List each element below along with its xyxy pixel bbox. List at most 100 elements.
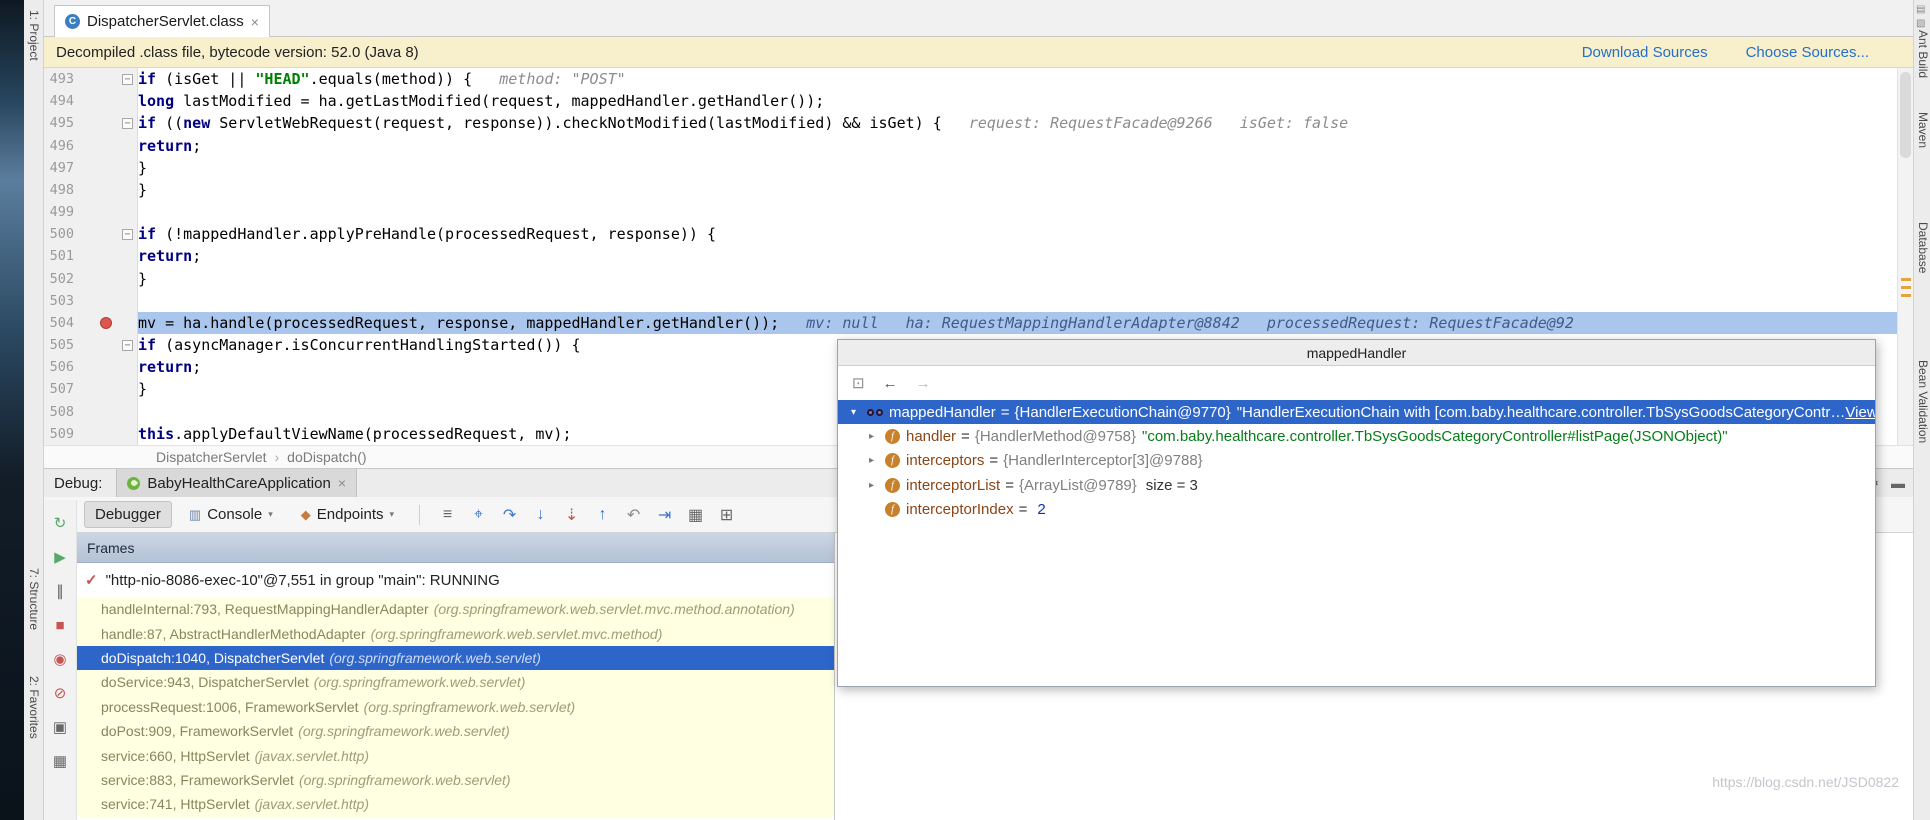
tool-stripe-button-database[interactable]: Database [1916, 222, 1930, 273]
code-text: mv = ha.handle(processedRequest, respons… [138, 312, 1897, 334]
back-icon[interactable]: ← [883, 375, 898, 392]
frame-row[interactable]: service:660, HttpServlet(javax.servlet.h… [77, 743, 834, 767]
choose-sources-link[interactable]: Choose Sources... [1746, 44, 1869, 61]
frame-package: (org.springframework.web.servlet) [299, 772, 511, 788]
thread-row[interactable]: ✓ "http-nio-8086-exec-10"@7,551 in group… [77, 563, 834, 597]
force-step-into-icon[interactable]: ⇣ [558, 505, 585, 525]
view-breakpoints-icon[interactable]: ◉ [53, 652, 66, 667]
pause-icon[interactable]: ∥ [56, 584, 64, 599]
tool-stripe-button-beanvalidation[interactable]: Bean Validation [1916, 360, 1930, 443]
copy-value-icon[interactable]: ⊡ [852, 374, 865, 392]
breadcrumb-class[interactable]: DispatcherServlet [156, 449, 267, 465]
line-number: 507 [44, 378, 74, 400]
breakpoint-icon[interactable] [100, 317, 112, 329]
forward-icon[interactable]: → [916, 375, 931, 392]
line-number: 509 [44, 423, 74, 445]
restore-layout-icon[interactable]: ▦ [53, 754, 67, 769]
gutter-marker-area [74, 268, 116, 290]
code-line[interactable]: 498 } [44, 179, 1897, 201]
fold-column: − [116, 112, 138, 134]
frame-row[interactable]: doDispatch:1040, DispatcherServlet(org.s… [77, 646, 834, 670]
error-stripe-mark[interactable] [1901, 286, 1911, 289]
close-tab-icon[interactable]: × [251, 14, 259, 30]
step-over-icon[interactable]: ↷ [496, 505, 523, 525]
tool-stripe-button-project[interactable]: 1: Project [27, 10, 41, 61]
fold-icon[interactable]: − [122, 340, 133, 351]
step-into-icon[interactable]: ↓ [527, 506, 554, 524]
code-line[interactable]: 501 return; [44, 245, 1897, 267]
evaluate-expression-icon[interactable]: ▦ [682, 505, 709, 525]
tab-debugger[interactable]: Debugger [84, 501, 172, 528]
frame-row[interactable]: processRequest:1006, FrameworkServlet(or… [77, 695, 834, 719]
gutter-marker-area [74, 157, 116, 179]
fold-icon[interactable]: − [122, 118, 133, 129]
error-stripe-mark[interactable] [1901, 294, 1911, 297]
tab-console[interactable]: ▥ Console ▾ [178, 501, 284, 528]
chevron-none-icon [864, 504, 879, 515]
variable-row[interactable]: ▸finterceptorList={ArrayList@9789}size =… [838, 473, 1875, 497]
step-out-icon[interactable]: ↑ [589, 506, 616, 524]
chevron-right-icon[interactable]: ▸ [864, 480, 879, 491]
error-stripe-mark[interactable] [1901, 278, 1911, 281]
fold-icon[interactable]: − [122, 229, 133, 240]
frame-row[interactable]: handle:87, AbstractHandlerMethodAdapter(… [77, 621, 834, 645]
breadcrumb-method[interactable]: doDispatch() [287, 449, 366, 465]
variable-row[interactable]: finterceptorIndex=2 [838, 497, 1875, 521]
tool-stripe-button-favorites[interactable]: 2: Favorites [27, 676, 41, 739]
frame-row[interactable]: handleInternal:793, RequestMappingHandle… [77, 597, 834, 621]
mute-breakpoints-icon[interactable]: ⊘ [54, 686, 67, 701]
code-line[interactable]: 500− if (!mappedHandler.applyPreHandle(p… [44, 223, 1897, 245]
editor-tab-bar: C DispatcherServlet.class × [44, 0, 1913, 37]
frame-row[interactable]: doPost:909, FrameworkServlet(org.springf… [77, 719, 834, 743]
frame-row[interactable]: service:741, HttpServlet(javax.servlet.h… [77, 792, 834, 816]
variable-row[interactable]: ▸fhandler={HandlerMethod@9758}"com.baby.… [838, 424, 1875, 448]
code-line[interactable]: 497 } [44, 157, 1897, 179]
stripe-window-icon[interactable]: ▧ [1916, 18, 1925, 29]
tab-endpoints[interactable]: ◆ Endpoints ▾ [290, 501, 405, 528]
tool-stripe-button-antbuild[interactable]: Ant Build [1916, 30, 1930, 78]
editor-tab[interactable]: C DispatcherServlet.class × [54, 5, 270, 37]
layout-settings-icon[interactable]: ≡ [434, 506, 461, 524]
code-line[interactable]: 503 [44, 290, 1897, 312]
close-session-icon[interactable]: × [338, 475, 346, 491]
fold-column [116, 356, 138, 378]
code-line[interactable]: 493− if (isGet || "HEAD".equals(method))… [44, 68, 1897, 90]
run-to-cursor-icon[interactable]: ⇥ [651, 505, 678, 525]
code-line[interactable]: 502 } [44, 268, 1897, 290]
rerun-icon[interactable]: ↻ [54, 516, 67, 531]
drop-frame-icon[interactable]: ↶ [620, 505, 647, 525]
gutter-marker-area [74, 179, 116, 201]
chevron-right-icon[interactable]: ▸ [864, 455, 879, 466]
scrollbar-thumb[interactable] [1900, 72, 1911, 158]
stop-icon[interactable]: ■ [55, 618, 64, 633]
code-text [138, 201, 1897, 223]
chevron-right-icon[interactable]: ▸ [864, 431, 879, 442]
view-link[interactable]: View [1845, 404, 1875, 421]
code-line[interactable]: 504 mv = ha.handle(processedRequest, res… [44, 312, 1897, 334]
variable-row[interactable]: ▾mappedHandler={HandlerExecutionChain@97… [838, 400, 1875, 424]
more-options-icon[interactable]: ⊞ [713, 505, 740, 525]
variable-row[interactable]: ▸finterceptors={HandlerInterceptor[3]@97… [838, 449, 1875, 473]
hide-panel-icon[interactable]: ▬ [1891, 475, 1905, 492]
tool-stripe-button-maven[interactable]: Maven [1916, 112, 1930, 148]
code-text: } [138, 179, 1897, 201]
tool-stripe-button-structure[interactable]: 7: Structure [27, 568, 41, 630]
download-sources-link[interactable]: Download Sources [1582, 44, 1708, 61]
gutter-marker-area [74, 312, 116, 334]
code-line[interactable]: 494 long lastModified = ha.getLastModifi… [44, 90, 1897, 112]
fold-icon[interactable]: − [122, 74, 133, 85]
frame-method: service:741, HttpServlet [101, 796, 250, 812]
show-execution-point-icon[interactable]: ⌖ [465, 506, 492, 524]
resume-icon[interactable]: ▶ [54, 550, 66, 565]
frame-row[interactable]: service:883, FrameworkServlet(org.spring… [77, 768, 834, 792]
chevron-down-icon[interactable]: ▾ [846, 407, 861, 418]
frame-row[interactable]: doService:943, DispatcherServlet(org.spr… [77, 670, 834, 694]
thread-dump-icon[interactable]: ▣ [53, 720, 67, 735]
code-line[interactable]: 495− if ((new ServletWebRequest(request,… [44, 112, 1897, 134]
editor-scrollbar[interactable] [1897, 68, 1913, 445]
code-line[interactable]: 499 [44, 201, 1897, 223]
stripe-window-icon[interactable]: ▤ [1916, 4, 1925, 15]
debug-session-tab[interactable]: BabyHealthCareApplication × [116, 469, 357, 497]
variable-value: "HandlerExecutionChain with [com.baby.he… [1237, 404, 1846, 421]
code-line[interactable]: 496 return; [44, 135, 1897, 157]
